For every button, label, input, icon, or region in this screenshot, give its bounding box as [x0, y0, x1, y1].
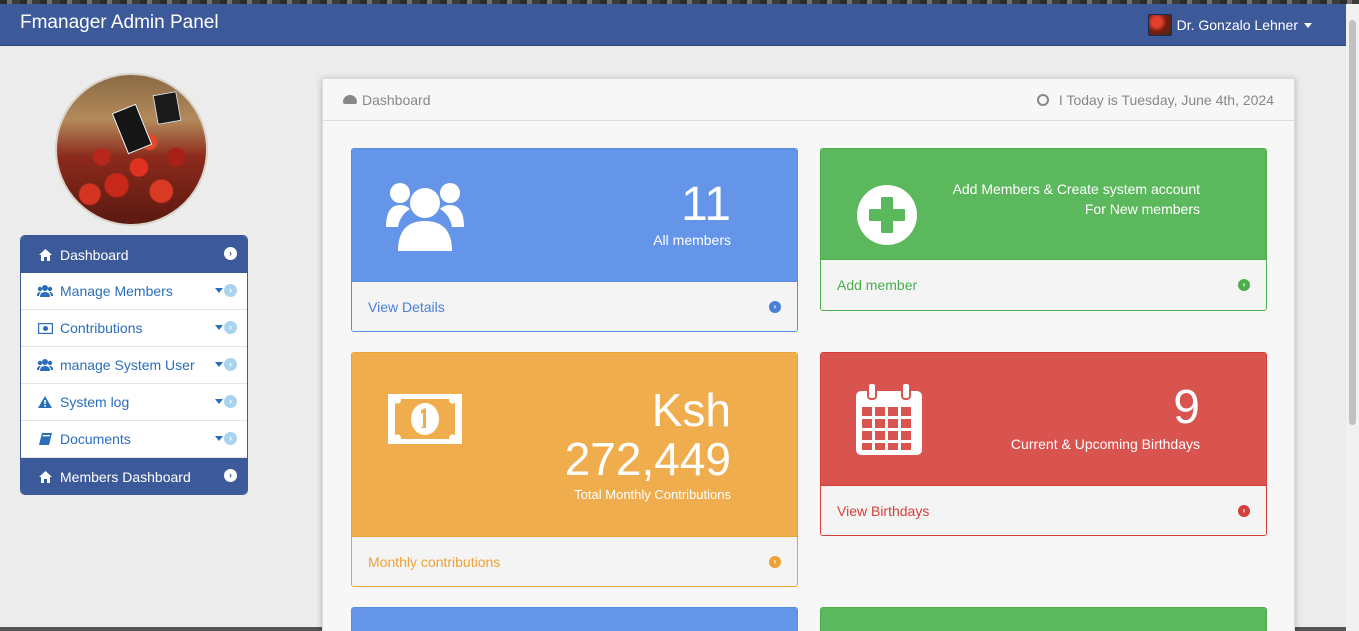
sidebar-item-label: Dashboard — [60, 246, 129, 263]
view-details-label: View Details — [368, 298, 445, 315]
sidebar-menu: Dashboard › Manage Members › Contributio… — [20, 235, 248, 495]
warning-icon — [37, 396, 53, 408]
scrollbar-thumb[interactable] — [1349, 20, 1356, 425]
sidebar-item-label: Contributions — [60, 320, 143, 336]
birthdays-card-body: 9 Current & Upcoming Birthdays — [821, 353, 1266, 486]
profile-photo — [55, 73, 208, 226]
page-scrollbar[interactable] — [1346, 4, 1359, 631]
chevron-down-icon — [215, 436, 223, 441]
arrow-right-circle-icon: › — [224, 395, 237, 408]
dashboard-gauge-icon — [343, 95, 357, 104]
birthdays-card: 9 Current & Upcoming Birthdays View Birt… — [820, 352, 1267, 536]
sidebar-item-documents[interactable]: Documents › — [21, 421, 247, 458]
sidebar-item-system-log[interactable]: System log › — [21, 384, 247, 421]
sidebar-item-label: manage System User — [60, 357, 195, 373]
add-member-card: Add Members & Create system account For … — [820, 148, 1267, 311]
sidebar-item-manage-members[interactable]: Manage Members › — [21, 273, 247, 310]
sidebar-item-label: Members Dashboard — [60, 468, 191, 485]
add-member-label: Add member — [837, 277, 918, 293]
arrow-right-circle-icon: › — [224, 247, 237, 260]
contributions-currency: Ksh — [651, 384, 731, 436]
view-details-link[interactable]: View Details › — [352, 281, 797, 331]
calendar-icon — [856, 383, 922, 455]
user-menu[interactable]: Dr. Gonzalo Lehner — [1147, 14, 1312, 36]
book-icon — [37, 433, 53, 445]
arrow-right-circle-icon: › — [224, 469, 237, 482]
app-title[interactable]: Fmanager Admin Panel — [20, 12, 219, 34]
arrow-right-circle-icon: › — [769, 555, 781, 568]
chevron-down-icon — [215, 399, 223, 404]
arrow-right-circle-icon: › — [224, 321, 237, 334]
sidebar-item-label: System log — [60, 394, 130, 410]
sidebar-item-members-dashboard[interactable]: Members Dashboard › — [21, 458, 247, 494]
arrow-right-circle-icon: › — [224, 432, 237, 445]
add-member-link[interactable]: Add member › — [821, 259, 1266, 310]
members-count: 11 — [681, 178, 731, 231]
top-navbar: Fmanager Admin Panel Dr. Gonzalo Lehner — [0, 4, 1346, 46]
home-icon — [37, 248, 53, 261]
arrow-right-circle-icon: › — [224, 284, 237, 297]
next-card-green — [820, 607, 1267, 631]
members-card: 11 All members View Details › — [351, 148, 798, 332]
chevron-down-icon — [215, 288, 223, 293]
next-card-blue — [351, 607, 798, 631]
add-member-card-body: Add Members & Create system account For … — [821, 149, 1266, 261]
users-icon — [37, 359, 53, 371]
users-icon — [37, 285, 53, 297]
sidebar-item-label: Documents — [60, 431, 131, 447]
dashboard-panel: Dashboard I Today is Tuesday, June 4th, … — [322, 78, 1295, 631]
sidebar-item-manage-system-user[interactable]: manage System User › — [21, 347, 247, 384]
members-label: All members — [653, 232, 731, 248]
money-icon — [37, 322, 53, 334]
arrow-right-circle-icon: › — [1238, 504, 1250, 517]
chevron-down-icon — [1304, 22, 1312, 28]
sidebar-item-dashboard[interactable]: Dashboard › — [21, 236, 247, 273]
arrow-right-circle-icon: › — [769, 300, 781, 313]
chevron-down-icon — [215, 325, 223, 330]
contributions-card: Ksh 272,449 Total Monthly Contributions … — [351, 352, 798, 587]
birthdays-count: 9 — [1173, 381, 1200, 434]
members-card-body: 11 All members — [352, 149, 797, 282]
contributions-amount: 272,449 — [564, 433, 731, 485]
add-member-line2: For New members — [1084, 201, 1200, 217]
price-sign-graphic — [152, 91, 182, 125]
panel-heading: Dashboard I Today is Tuesday, June 4th, … — [323, 79, 1294, 121]
arrow-right-circle-icon: › — [1238, 279, 1250, 291]
sidebar-item-contributions[interactable]: Contributions › — [21, 310, 247, 347]
user-name: Dr. Gonzalo Lehner — [1176, 17, 1298, 33]
birthdays-label: Current & Upcoming Birthdays — [1010, 436, 1200, 452]
monthly-contributions-link[interactable]: Monthly contributions › — [352, 536, 797, 586]
contributions-label: Total Monthly Contributions — [574, 487, 731, 502]
users-icon — [386, 183, 464, 251]
panel-title: Dashboard — [362, 91, 431, 108]
user-avatar — [1147, 14, 1172, 36]
today-date: I Today is Tuesday, June 4th, 2024 — [1058, 91, 1274, 108]
monthly-contributions-label: Monthly contributions — [368, 553, 501, 570]
clock-icon — [1036, 93, 1049, 106]
arrow-right-circle-icon: › — [224, 358, 237, 371]
view-birthdays-label: View Birthdays — [837, 502, 930, 519]
sidebar-item-label: Manage Members — [60, 283, 173, 299]
contributions-card-body: Ksh 272,449 Total Monthly Contributions — [352, 353, 797, 537]
home-icon — [37, 470, 53, 483]
view-birthdays-link[interactable]: View Birthdays › — [821, 485, 1266, 535]
price-sign-graphic — [111, 103, 153, 155]
plus-circle-icon — [857, 185, 917, 245]
add-member-line1: Add Members & Create system account — [952, 181, 1200, 197]
chevron-down-icon — [215, 362, 223, 367]
money-bill-icon — [388, 394, 462, 444]
